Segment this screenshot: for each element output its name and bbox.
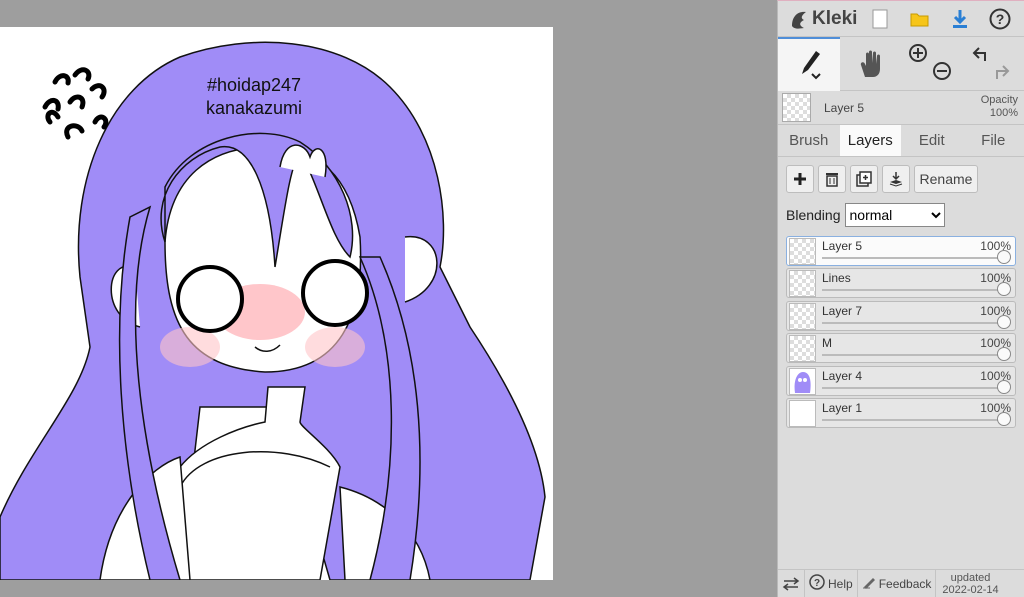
opacity-slider-knob[interactable] bbox=[997, 379, 1011, 394]
opacity-slider-knob[interactable] bbox=[997, 314, 1011, 329]
top-bar: Kleki ? bbox=[778, 1, 1024, 37]
download-icon bbox=[953, 9, 967, 28]
download-button[interactable] bbox=[940, 2, 980, 36]
tab-layers[interactable]: Layers bbox=[839, 125, 901, 156]
delete-layer-button[interactable] bbox=[818, 165, 846, 193]
layer-thumbnail bbox=[789, 238, 816, 265]
undo-icon[interactable] bbox=[971, 45, 989, 63]
new-image-icon bbox=[872, 9, 888, 28]
merge-down-icon bbox=[889, 172, 903, 187]
opacity-slider-track[interactable] bbox=[822, 321, 1009, 324]
new-image-button[interactable] bbox=[860, 2, 900, 36]
opacity-value: 100% bbox=[989, 107, 1018, 119]
feedback-pen-icon bbox=[862, 578, 875, 589]
layer-name: Layer 5 bbox=[822, 239, 863, 253]
blending-label: Blending bbox=[786, 207, 841, 223]
artist-tag-line1: #hoidap247 bbox=[206, 75, 302, 95]
tab-file[interactable]: File bbox=[963, 125, 1024, 156]
updated-label: updated bbox=[950, 571, 991, 584]
current-layer-info: Layer 5 Opacity 100% bbox=[778, 91, 1024, 125]
layer-thumbnail bbox=[789, 367, 816, 395]
opacity-slider-knob[interactable] bbox=[997, 347, 1011, 362]
svg-text:?: ? bbox=[996, 11, 1005, 27]
help-link[interactable]: ? Help bbox=[805, 569, 858, 597]
help-label: Help bbox=[828, 576, 853, 591]
swap-side-button[interactable] bbox=[778, 569, 805, 597]
redo-icon[interactable] bbox=[993, 63, 1011, 81]
layer-name: M bbox=[822, 336, 832, 351]
layer-name: Layer 7 bbox=[822, 303, 863, 318]
layer-name: Layer 1 bbox=[822, 400, 863, 415]
layer-thumbnail bbox=[789, 302, 816, 330]
artist-tag-line2: kanakazumi bbox=[205, 98, 303, 118]
blending-row: Blending normal bbox=[786, 203, 1016, 227]
tab-brush[interactable]: Brush bbox=[778, 125, 840, 156]
layer-list: Layer 5 100% Lines 100% Layer 7 100% M 1… bbox=[786, 236, 1016, 428]
help-icon: ? bbox=[989, 8, 1011, 29]
tab-edit[interactable]: Edit bbox=[901, 125, 963, 156]
trash-icon bbox=[826, 173, 838, 187]
layer-item[interactable]: Layer 7 100% bbox=[786, 300, 1016, 331]
layer-item[interactable]: M 100% bbox=[786, 333, 1016, 364]
bottom-bar: ? Help Feedback updated 2022-02-14 bbox=[778, 569, 1024, 597]
duplicate-icon bbox=[856, 171, 872, 187]
canvas-area[interactable]: #hoidap247 kanakazumi bbox=[0, 0, 777, 597]
rename-layer-button[interactable]: Rename bbox=[914, 165, 978, 193]
updated-date: 2022-02-14 bbox=[942, 583, 999, 596]
opacity-slider-track[interactable] bbox=[822, 386, 1009, 389]
opacity-slider-track[interactable] bbox=[822, 418, 1009, 421]
duplicate-layer-button[interactable] bbox=[850, 165, 878, 193]
current-layer-thumbnail bbox=[782, 93, 811, 122]
panel-tabs: Brush Layers Edit File bbox=[778, 125, 1024, 157]
merge-down-button[interactable] bbox=[882, 165, 910, 193]
updated-info[interactable]: updated 2022-02-14 bbox=[936, 572, 1004, 596]
swap-arrows-icon bbox=[782, 576, 800, 591]
app-name: Kleki bbox=[812, 7, 858, 29]
hand-tool[interactable] bbox=[840, 37, 902, 91]
layer-thumbnail bbox=[789, 335, 816, 363]
current-layer-opacity: Opacity 100% bbox=[981, 94, 1018, 120]
history-controls bbox=[963, 37, 1024, 91]
open-button[interactable] bbox=[900, 2, 940, 36]
plus-icon bbox=[794, 173, 806, 185]
zoom-controls bbox=[902, 37, 963, 91]
layer-thumbnail-art bbox=[794, 371, 811, 393]
kleki-logo[interactable]: Kleki bbox=[782, 8, 860, 30]
feedback-label: Feedback bbox=[878, 576, 932, 591]
current-layer-name: Layer 5 bbox=[824, 100, 865, 115]
layer-item[interactable]: Layer 4 100% bbox=[786, 365, 1016, 396]
layer-name: Layer 4 bbox=[822, 368, 863, 383]
layer-item[interactable]: Layer 5 100% bbox=[786, 236, 1016, 266]
layer-actions: Rename bbox=[786, 165, 1016, 193]
kleki-logo-icon bbox=[792, 11, 806, 29]
sidebar: Kleki ? Layer 5 Opacity 100% Brush Layer… bbox=[777, 0, 1024, 597]
brush-tool[interactable] bbox=[778, 37, 840, 91]
opacity-slider-knob[interactable] bbox=[997, 250, 1011, 264]
add-layer-button[interactable] bbox=[786, 165, 814, 193]
open-folder-icon bbox=[910, 13, 929, 26]
layer-name: Lines bbox=[822, 271, 851, 286]
opacity-slider-track[interactable] bbox=[822, 354, 1009, 357]
opacity-slider-track[interactable] bbox=[822, 257, 1009, 259]
zoom-out-icon[interactable] bbox=[932, 61, 952, 81]
brush-icon bbox=[802, 51, 821, 80]
opacity-label: Opacity bbox=[980, 94, 1018, 106]
layer-item[interactable]: Layer 1 100% bbox=[786, 397, 1016, 428]
hand-icon bbox=[860, 50, 880, 77]
opacity-slider-track[interactable] bbox=[822, 289, 1009, 292]
layer-thumbnail bbox=[789, 270, 816, 298]
layers-panel: Rename Blending normal Layer 5 100% Line… bbox=[778, 157, 1024, 438]
layer-thumbnail bbox=[789, 399, 816, 427]
blending-select[interactable]: normal bbox=[844, 203, 945, 227]
svg-text:?: ? bbox=[814, 578, 820, 589]
help-button[interactable]: ? bbox=[980, 2, 1020, 36]
help-circle-icon: ? bbox=[809, 574, 825, 590]
drawing-canvas[interactable]: #hoidap247 kanakazumi bbox=[0, 27, 553, 580]
zoom-in-icon[interactable] bbox=[908, 43, 928, 63]
layer-item[interactable]: Lines 100% bbox=[786, 268, 1016, 299]
tool-row bbox=[778, 37, 1024, 91]
opacity-slider-knob[interactable] bbox=[997, 282, 1011, 297]
feedback-link[interactable]: Feedback bbox=[858, 569, 937, 597]
opacity-slider-knob[interactable] bbox=[997, 411, 1011, 426]
